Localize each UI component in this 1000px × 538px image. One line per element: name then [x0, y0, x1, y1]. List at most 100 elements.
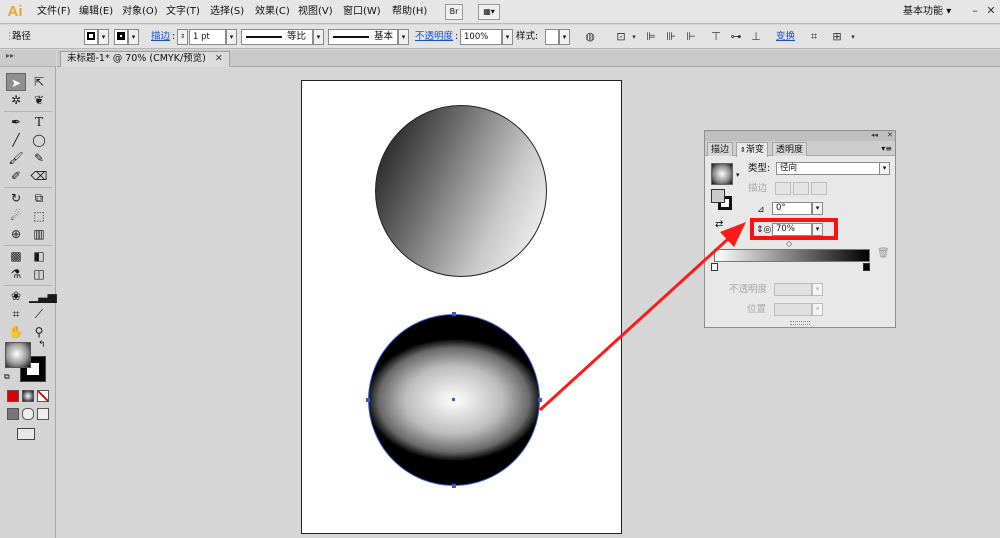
- opacity-input[interactable]: 100%: [460, 29, 502, 45]
- direct-selection-icon[interactable]: ⇱: [29, 73, 49, 91]
- opacity-panel-link[interactable]: 不透明度: [415, 31, 453, 43]
- color-mode-icon[interactable]: [7, 390, 19, 402]
- blend-icon[interactable]: ◫: [29, 265, 49, 283]
- stroke-weight-stepper[interactable]: ⇕: [177, 29, 188, 45]
- gradient-tool-icon[interactable]: ◧: [29, 247, 49, 265]
- panel-menu-icon[interactable]: ▾≡: [881, 143, 892, 154]
- panel-options-icon[interactable]: ⊞: [830, 30, 844, 44]
- align-horizontal-center-icon[interactable]: ⊪: [664, 30, 678, 44]
- align-vertical-center-icon[interactable]: ⊶: [729, 30, 743, 44]
- none-mode-icon[interactable]: [37, 390, 49, 402]
- minimize-icon[interactable]: –: [968, 3, 982, 19]
- magic-wand-icon[interactable]: ✲: [6, 91, 26, 109]
- transform-panel-link[interactable]: 变换: [776, 31, 795, 43]
- gradient-mode-icon[interactable]: [22, 390, 34, 402]
- default-fill-stroke-icon[interactable]: ⧉: [4, 372, 10, 382]
- panel-options-dropdown-icon[interactable]: ▾: [846, 30, 860, 44]
- zoom-icon[interactable]: ⚲: [29, 323, 49, 341]
- stop-opacity-dropdown[interactable]: ▾: [812, 283, 823, 296]
- angle-input[interactable]: 0°: [772, 202, 812, 215]
- brush-dropdown[interactable]: ▾: [398, 29, 409, 45]
- tab-stroke[interactable]: 描边: [707, 142, 734, 156]
- artboard-icon[interactable]: ⌗: [6, 305, 26, 323]
- fill-stroke-toggle[interactable]: [711, 189, 733, 211]
- panel-title-bar[interactable]: ◂◂ ✕: [705, 131, 895, 141]
- artboard[interactable]: [301, 80, 622, 534]
- gradient-slider[interactable]: [714, 249, 870, 262]
- align-right-icon[interactable]: ⊩: [684, 30, 698, 44]
- stop-location-input[interactable]: [774, 303, 812, 316]
- align-to-selection-icon[interactable]: ⊡: [614, 30, 628, 44]
- draw-inside-icon[interactable]: [37, 408, 49, 420]
- rotate-icon[interactable]: ↻: [6, 189, 26, 207]
- delete-stop-icon[interactable]: 🗑: [877, 248, 890, 259]
- tools-panel-header[interactable]: ▸▸: [0, 50, 56, 67]
- align-top-icon[interactable]: ⊤: [709, 30, 723, 44]
- line-segment-icon[interactable]: ╱: [6, 131, 26, 149]
- stop-location-dropdown[interactable]: ▾: [812, 303, 823, 316]
- tab-gradient[interactable]: ⇕渐变: [736, 142, 768, 157]
- aspect-ratio-input[interactable]: 70%: [772, 223, 812, 236]
- draw-normal-icon[interactable]: [7, 408, 19, 420]
- menu-window[interactable]: 窗口(W): [343, 5, 381, 19]
- swap-fill-stroke-icon[interactable]: ↰: [38, 340, 46, 350]
- aspect-ratio-dropdown[interactable]: ▾: [812, 223, 823, 236]
- ellipse-icon[interactable]: ◯: [29, 131, 49, 149]
- stroke-panel-link[interactable]: 描边: [151, 31, 170, 43]
- center-point[interactable]: [452, 398, 455, 401]
- eraser-icon[interactable]: ⌫: [29, 167, 49, 185]
- menu-object[interactable]: 对象(O): [122, 5, 158, 19]
- gradient-type-dropdown[interactable]: ▾: [879, 162, 890, 175]
- gradient-type-select[interactable]: 径向: [776, 162, 882, 175]
- mesh-icon[interactable]: ▩: [6, 247, 26, 265]
- close-panel-icon[interactable]: ✕: [887, 130, 893, 140]
- symbol-sprayer-icon[interactable]: ❀: [6, 287, 26, 305]
- fill-dropdown[interactable]: ▾: [98, 29, 109, 45]
- perspective-grid-icon[interactable]: ▥: [29, 225, 49, 243]
- menu-edit[interactable]: 编辑(E): [79, 5, 113, 19]
- pen-icon[interactable]: ✒: [6, 113, 26, 131]
- stroke-color-swatch[interactable]: [114, 29, 128, 45]
- stroke-dropdown[interactable]: ▾: [128, 29, 139, 45]
- pencil-icon[interactable]: ✎: [29, 149, 49, 167]
- menu-view[interactable]: 视图(V): [298, 5, 333, 19]
- profile-dropdown[interactable]: ▾: [313, 29, 324, 45]
- anchor-point-bottom[interactable]: [452, 484, 456, 488]
- angle-dropdown[interactable]: ▾: [812, 202, 823, 215]
- align-left-icon[interactable]: ⊫: [644, 30, 658, 44]
- stroke-along-icon[interactable]: [793, 182, 809, 195]
- hand-icon[interactable]: ✋: [6, 323, 26, 341]
- graphic-style-swatch[interactable]: [545, 29, 559, 45]
- workspace-switcher[interactable]: 基本功能 ▾: [903, 4, 965, 20]
- gradient-preset-dropdown-icon[interactable]: ▾: [736, 171, 740, 179]
- fill-color-swatch[interactable]: [5, 342, 31, 368]
- menu-help[interactable]: 帮助(H): [392, 5, 427, 19]
- blob-brush-icon[interactable]: ✐: [6, 167, 26, 185]
- scale-icon[interactable]: ⧉: [29, 189, 49, 207]
- tab-transparency[interactable]: 透明度: [772, 142, 808, 156]
- fill-color-swatch[interactable]: [84, 29, 98, 45]
- lasso-icon[interactable]: ❦: [29, 91, 49, 109]
- close-tab-icon[interactable]: ✕: [215, 53, 223, 64]
- screen-mode-icon[interactable]: [17, 428, 35, 440]
- shape-builder-icon[interactable]: ⊕: [6, 225, 26, 243]
- align-to-dropdown-icon[interactable]: ▾: [627, 30, 641, 44]
- linear-gradient-circle[interactable]: [375, 105, 547, 277]
- anchor-point-top[interactable]: [452, 312, 456, 316]
- free-transform-icon[interactable]: ⬚: [29, 207, 49, 225]
- align-bottom-icon[interactable]: ⊥: [749, 30, 763, 44]
- menu-effect[interactable]: 效果(C): [255, 5, 290, 19]
- selection-arrow-icon[interactable]: ➤: [6, 73, 26, 91]
- gradient-stop-black[interactable]: [863, 263, 870, 271]
- stroke-weight-dropdown[interactable]: ▾: [226, 29, 237, 45]
- stroke-across-icon[interactable]: [811, 182, 827, 195]
- column-graph-icon[interactable]: ▁▃▅: [29, 287, 57, 305]
- opacity-dropdown[interactable]: ▾: [502, 29, 513, 45]
- reverse-gradient-icon[interactable]: ⇄: [715, 219, 723, 231]
- isolate-selected-icon[interactable]: ⌗: [807, 30, 821, 44]
- stop-opacity-input[interactable]: [774, 283, 812, 296]
- collapse-icon[interactable]: ▸▸: [6, 51, 14, 60]
- bridge-button[interactable]: Br: [445, 4, 463, 20]
- gradient-stop-white[interactable]: [711, 263, 718, 271]
- paintbrush-icon[interactable]: 🖌: [6, 149, 26, 167]
